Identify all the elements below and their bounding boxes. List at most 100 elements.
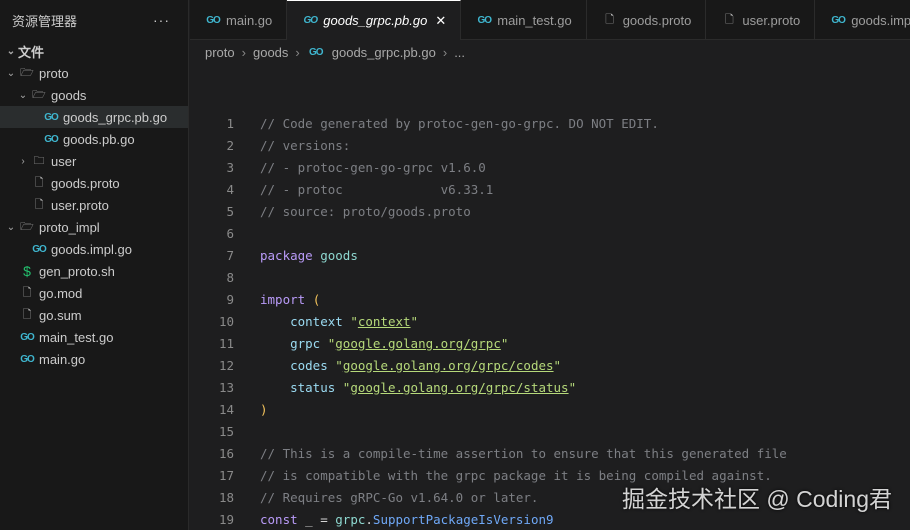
breadcrumb-item[interactable]: proto bbox=[205, 45, 235, 60]
line-number: 2 bbox=[226, 137, 234, 153]
tab-goods-impl-go[interactable]: GO goods.impl.go bbox=[815, 0, 910, 40]
code-line: 16 // This is a compile-time assertion to… bbox=[190, 442, 910, 464]
breadcrumb-item[interactable]: ... bbox=[454, 45, 465, 60]
line-content: // Requires gRPC-Go v1.64.0 or later. bbox=[260, 490, 538, 505]
tab-goods-proto[interactable]: 🗋 goods.proto bbox=[587, 0, 707, 40]
tab-label: main_test.go bbox=[497, 12, 572, 28]
tree-item-label: 文件 bbox=[18, 44, 45, 60]
token-strl: google.golang.org/grpc/status bbox=[350, 379, 569, 395]
editor-tabs: GO main.go GO goods_grpc.pb.go ✕ GO main_test.… bbox=[190, 0, 910, 40]
line-number: 3 bbox=[226, 159, 234, 175]
tree-item-label: proto bbox=[39, 65, 69, 81]
go-file-icon: GO bbox=[32, 243, 47, 255]
chevron-icon: ⌄ bbox=[6, 45, 16, 57]
token-comment: // - protoc-gen-go-grpc v1.6.0 bbox=[260, 159, 486, 175]
token-kw: import bbox=[260, 291, 306, 307]
line-number: 12 bbox=[218, 357, 234, 373]
tree-item-goods-proto[interactable]: 🗋 goods.proto bbox=[0, 172, 188, 194]
tree-item-gen-proto-sh[interactable]: $ gen_proto.sh bbox=[0, 260, 188, 282]
go-file-icon: GO bbox=[831, 14, 846, 26]
tree-item-user-proto[interactable]: 🗋 user.proto bbox=[0, 194, 188, 216]
tree-item-main-go[interactable]: GO main.go bbox=[0, 348, 188, 370]
token-str: " bbox=[553, 357, 562, 373]
line-number: 7 bbox=[226, 247, 234, 263]
line-number: 8 bbox=[226, 269, 234, 285]
token-str: " bbox=[350, 313, 358, 329]
token-id: context bbox=[290, 313, 343, 329]
go-file-icon: GO bbox=[20, 353, 35, 365]
line-content: // versions: bbox=[260, 138, 350, 153]
chevron-right-icon: › bbox=[241, 44, 246, 60]
tab-goods-grpc-pb-go[interactable]: GO goods_grpc.pb.go ✕ bbox=[287, 0, 462, 40]
line-number: 14 bbox=[218, 401, 234, 417]
tree-item-label: main.go bbox=[39, 351, 86, 367]
token-paren: ( bbox=[312, 291, 321, 307]
code-line: 11 grpc "google.golang.org/grpc" bbox=[190, 332, 910, 354]
tab-label: goods_grpc.pb.go bbox=[323, 13, 428, 28]
code-line: 1 // Code generated by protoc-gen-go-grpc… bbox=[190, 112, 910, 134]
tree-item-label: go.mod bbox=[39, 285, 83, 301]
tree-item-goods-pb-go[interactable]: GO goods.pb.go bbox=[0, 128, 188, 150]
close-icon[interactable]: ✕ bbox=[435, 13, 446, 29]
token-plain: _ = bbox=[297, 511, 336, 527]
line-number: 5 bbox=[226, 203, 234, 219]
go-file-icon: GO bbox=[206, 14, 221, 26]
explorer-header: 资源管理器 ··· bbox=[0, 0, 188, 40]
tab-user-proto[interactable]: 🗋 user.proto bbox=[706, 0, 816, 40]
token-paren: ) bbox=[260, 401, 268, 417]
file-icon: 🗋 bbox=[605, 13, 615, 26]
code-line: 12 codes "google.golang.org/grpc/codes" bbox=[190, 354, 910, 376]
line-content: ) bbox=[260, 402, 268, 417]
tree-item--[interactable]: ⌄ 文件 bbox=[0, 40, 188, 62]
tree-item-user[interactable]: › 🗀 user bbox=[0, 150, 188, 172]
token-pkg: goods bbox=[320, 247, 358, 263]
breadcrumb-item[interactable]: goods_grpc.pb.go bbox=[332, 45, 436, 60]
tree-item-label: goods.proto bbox=[51, 175, 120, 191]
tree-item-proto[interactable]: ⌄ 🗁 proto bbox=[0, 62, 188, 84]
file-icon: 🗋 bbox=[22, 286, 32, 299]
tree-item-proto-impl[interactable]: ⌄ 🗁 proto_impl bbox=[0, 216, 188, 238]
line-number: 10 bbox=[218, 313, 234, 329]
token-strl: google.golang.org/grpc bbox=[335, 335, 501, 351]
tab-main-go[interactable]: GO main.go bbox=[190, 0, 288, 40]
go-file-icon: GO bbox=[44, 133, 59, 145]
line-number: 13 bbox=[218, 379, 234, 395]
explorer-title: 资源管理器 bbox=[12, 13, 78, 29]
chevron-icon: ⌄ bbox=[6, 221, 16, 233]
folder-open-icon: 🗁 bbox=[20, 66, 34, 79]
tab-label: goods.proto bbox=[622, 12, 692, 28]
line-content: // Code generated by protoc-gen-go-grpc.… bbox=[260, 116, 659, 131]
tree-item-go-mod[interactable]: 🗋 go.mod bbox=[0, 282, 188, 304]
go-file-icon: GO bbox=[44, 111, 59, 123]
line-number: 11 bbox=[218, 335, 234, 351]
tree-item-label: gen_proto.sh bbox=[39, 263, 115, 279]
tree-item-main-test-go[interactable]: GO main_test.go bbox=[0, 326, 188, 348]
code-line: 10 context "context" bbox=[190, 310, 910, 332]
tree-item-go-sum[interactable]: 🗋 go.sum bbox=[0, 304, 188, 326]
line-number: 16 bbox=[218, 445, 234, 461]
tree-item-label: proto_impl bbox=[39, 219, 100, 235]
tree-item-label: user.proto bbox=[51, 197, 109, 213]
code-line: 9 import ( bbox=[190, 288, 910, 310]
code-line: 8 bbox=[190, 266, 910, 288]
tree-item-label: go.sum bbox=[39, 307, 82, 323]
tree-item-goods[interactable]: ⌄ 🗁 goods bbox=[0, 84, 188, 106]
tree-item-label: goods bbox=[51, 87, 87, 103]
tab-main-test-go[interactable]: GO main_test.go bbox=[461, 0, 587, 40]
code-editor[interactable]: 1 // Code generated by protoc-gen-go-grpc… bbox=[190, 112, 910, 530]
breadcrumb-item[interactable]: goods bbox=[253, 45, 288, 60]
line-number: 19 bbox=[218, 511, 234, 527]
tree-item-goods-grpc-pb-go[interactable]: GO goods_grpc.pb.go bbox=[0, 106, 188, 128]
tree-item-goods-impl-go[interactable]: GO goods.impl.go bbox=[0, 238, 188, 260]
file-icon: 🗋 bbox=[724, 13, 734, 26]
tree-item-label: user bbox=[51, 153, 77, 169]
more-actions-button[interactable]: ··· bbox=[153, 12, 170, 28]
token-comment: // versions: bbox=[260, 137, 351, 153]
watermark: 掘金技术社区 @ Coding君 bbox=[621, 486, 892, 512]
go-file-icon: GO bbox=[303, 15, 318, 26]
tree-item-label: goods.pb.go bbox=[63, 131, 135, 147]
